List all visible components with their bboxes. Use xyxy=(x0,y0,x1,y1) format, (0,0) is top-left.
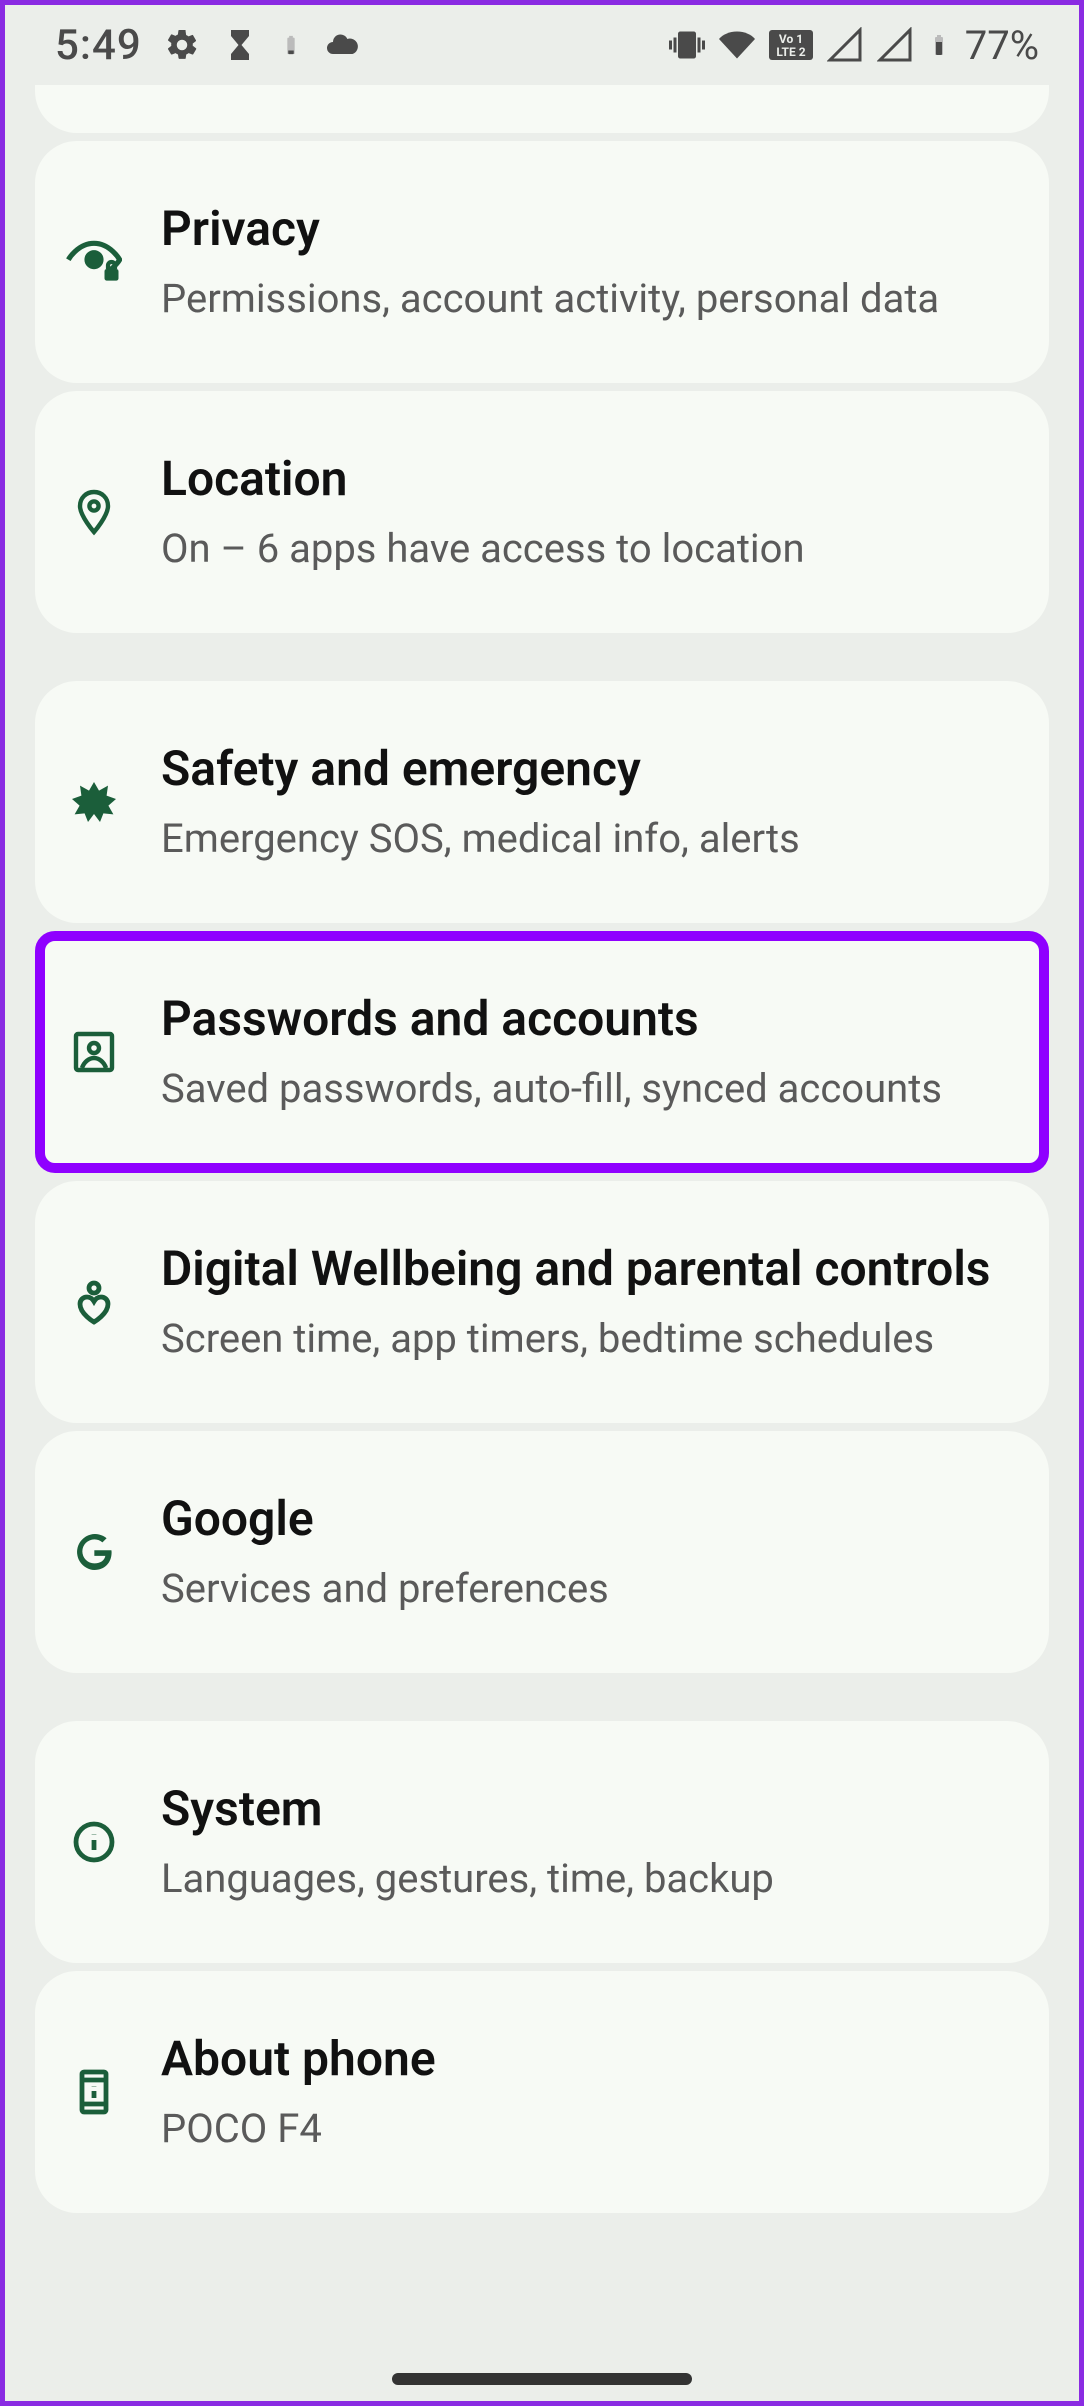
settings-item-location[interactable]: Location On – 6 apps have access to loca… xyxy=(35,391,1049,633)
cloud-icon xyxy=(324,27,360,63)
gear-icon xyxy=(164,27,200,63)
item-title: Google xyxy=(161,1489,1015,1549)
hourglass-icon xyxy=(222,27,258,63)
privacy-icon xyxy=(65,234,123,290)
signal-1-icon xyxy=(827,27,863,63)
item-subtitle: Services and preferences xyxy=(161,1563,1015,1615)
wifi-icon xyxy=(719,27,755,63)
volte-icon: Vo 1LTE 2 xyxy=(769,30,813,60)
partial-card-top[interactable] xyxy=(35,85,1049,133)
item-subtitle: Saved passwords, auto-fill, synced accou… xyxy=(161,1063,1015,1115)
svg-text:LTE 2: LTE 2 xyxy=(776,45,805,59)
item-title: About phone xyxy=(161,2029,1015,2089)
signal-2-icon xyxy=(877,27,913,63)
phone-info-icon xyxy=(65,2068,123,2116)
settings-item-system[interactable]: System Languages, gestures, time, backup xyxy=(35,1721,1049,1963)
account-icon xyxy=(65,1028,123,1076)
wellbeing-icon xyxy=(65,1278,123,1326)
item-subtitle: Emergency SOS, medical info, alerts xyxy=(161,813,1015,865)
item-title: Passwords and accounts xyxy=(161,989,1015,1049)
vibrate-icon xyxy=(669,27,705,63)
item-title: Privacy xyxy=(161,199,1015,259)
battery-low-icon xyxy=(280,27,302,63)
item-subtitle: Permissions, account activity, personal … xyxy=(161,273,1015,325)
item-title: Digital Wellbeing and parental controls xyxy=(161,1239,1015,1299)
location-icon xyxy=(65,488,123,536)
settings-item-privacy[interactable]: Privacy Permissions, account activity, p… xyxy=(35,141,1049,383)
battery-percent: 77% xyxy=(965,22,1039,69)
item-subtitle: Languages, gestures, time, backup xyxy=(161,1853,1015,1905)
item-title: Safety and emergency xyxy=(161,739,1015,799)
settings-item-google[interactable]: Google Services and preferences xyxy=(35,1431,1049,1673)
item-subtitle: On – 6 apps have access to location xyxy=(161,523,1015,575)
nav-handle[interactable] xyxy=(392,2373,692,2385)
item-subtitle: POCO F4 xyxy=(161,2103,1015,2155)
status-bar: 5:49 Vo 1LTE 2 77% xyxy=(5,5,1079,85)
settings-item-passwords[interactable]: Passwords and accounts Saved passwords, … xyxy=(35,931,1049,1173)
item-title: System xyxy=(161,1779,1015,1839)
google-icon xyxy=(65,1528,123,1576)
item-title: Location xyxy=(161,449,1015,509)
item-subtitle: Screen time, app timers, bedtime schedul… xyxy=(161,1313,1015,1365)
battery-icon xyxy=(927,27,951,63)
status-time: 5:49 xyxy=(55,21,142,70)
medical-icon xyxy=(65,778,123,826)
settings-item-safety[interactable]: Safety and emergency Emergency SOS, medi… xyxy=(35,681,1049,923)
settings-item-wellbeing[interactable]: Digital Wellbeing and parental controls … xyxy=(35,1181,1049,1423)
svg-text:Vo 1: Vo 1 xyxy=(779,32,803,46)
settings-item-about[interactable]: About phone POCO F4 xyxy=(35,1971,1049,2213)
info-icon xyxy=(65,1818,123,1866)
